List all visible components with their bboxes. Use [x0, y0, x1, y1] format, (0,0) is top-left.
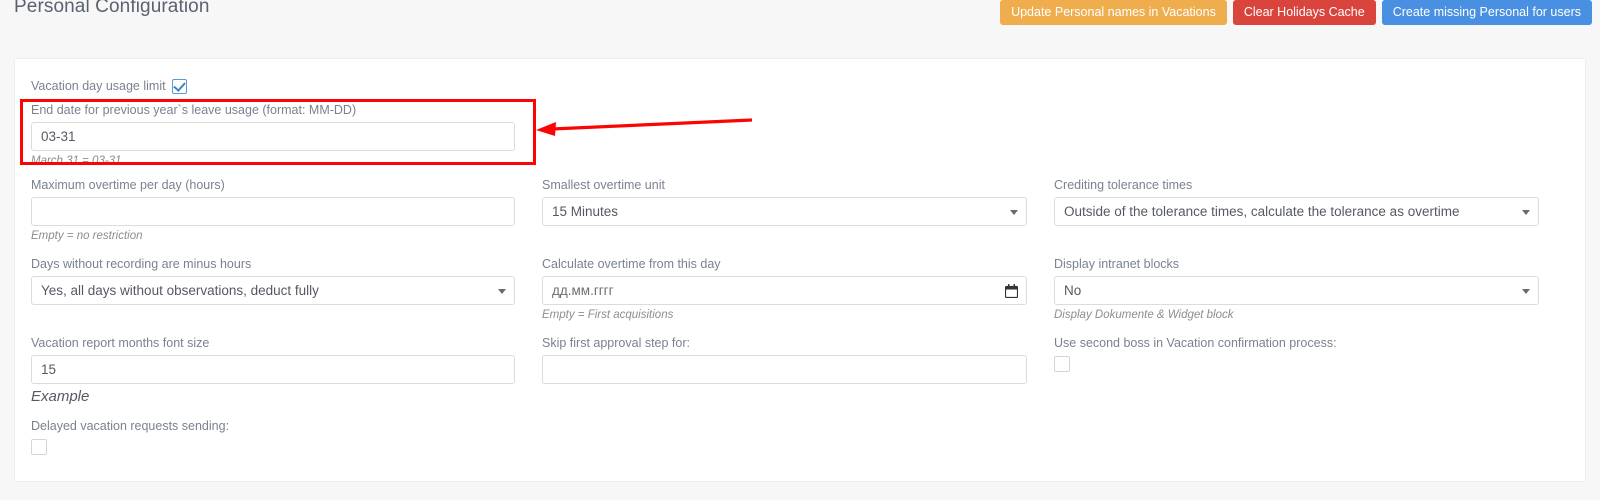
calculate-overtime-from-day-label: Calculate overtime from this day [542, 257, 721, 271]
crediting-tolerance-times-select[interactable]: Outside of the tolerance times, calculat… [1054, 197, 1539, 226]
skip-first-approval-step-label: Skip first approval step for: [542, 336, 690, 350]
update-personal-names-button[interactable]: Update Personal names in Vacations [1000, 0, 1227, 25]
max-overtime-per-day-field: Maximum overtime per day (hours) Empty =… [31, 178, 515, 243]
delayed-vacation-requests-label: Delayed vacation requests sending: [31, 419, 230, 433]
header-action-buttons: Update Personal names in Vacations Clear… [1000, 0, 1592, 25]
end-date-previous-year-field: End date for previous year`s leave usage… [31, 103, 515, 168]
end-date-previous-year-label: End date for previous year`s leave usage… [31, 103, 357, 117]
create-missing-personal-button[interactable]: Create missing Personal for users [1381, 0, 1592, 25]
smallest-overtime-unit-label: Smallest overtime unit [542, 178, 665, 192]
display-intranet-blocks-label: Display intranet blocks [1054, 257, 1180, 271]
days-without-recording-field: Days without recording are minus hours Y… [31, 257, 515, 305]
display-intranet-blocks-hint: Display Dokumente & Widget block [1054, 309, 1234, 321]
crediting-tolerance-times-field: Crediting tolerance times Outside of the… [1054, 178, 1539, 226]
chevron-down-icon [498, 288, 506, 294]
display-intranet-blocks-select[interactable]: No [1054, 276, 1539, 305]
calculate-overtime-from-day-input[interactable]: дд.мм.гггг [542, 276, 1027, 305]
vacation-day-usage-limit-field: Vacation day usage limit [31, 79, 187, 94]
vacation-report-font-size-label: Vacation report months font size [31, 336, 210, 350]
clear-holidays-cache-button[interactable]: Clear Holidays Cache [1232, 0, 1376, 25]
chevron-down-icon [1010, 209, 1018, 215]
personal-configuration-page: Personal Configuration Update Personal n… [0, 0, 1600, 500]
calendar-icon[interactable] [1004, 283, 1019, 301]
calculate-overtime-from-day-field: Calculate overtime from this day дд.мм.г… [542, 257, 1027, 322]
use-second-boss-checkbox[interactable] [1054, 355, 1070, 372]
delayed-vacation-requests-checkbox[interactable] [31, 438, 47, 455]
display-intranet-blocks-field: Display intranet blocks No Display Dokum… [1054, 257, 1539, 322]
max-overtime-per-day-hint: Empty = no restriction [31, 230, 143, 242]
max-overtime-per-day-label: Maximum overtime per day (hours) [31, 178, 225, 192]
vacation-day-usage-limit-label: Vacation day usage limit [31, 79, 166, 93]
smallest-overtime-unit-field: Smallest overtime unit 15 Minutes [542, 178, 1027, 226]
delayed-vacation-requests-field: Delayed vacation requests sending: [31, 419, 515, 456]
crediting-tolerance-times-label: Crediting tolerance times [1054, 178, 1193, 192]
page-header: Personal Configuration Update Personal n… [0, 0, 1600, 44]
chevron-down-icon [1522, 288, 1530, 294]
vacation-report-font-size-example: Example [31, 388, 90, 405]
max-overtime-per-day-input[interactable] [31, 197, 515, 226]
days-without-recording-select[interactable]: Yes, all days without observations, dedu… [31, 276, 515, 305]
days-without-recording-label: Days without recording are minus hours [31, 257, 252, 271]
configuration-card: Vacation day usage limit End date for pr… [14, 58, 1586, 482]
use-second-boss-label: Use second boss in Vacation confirmation… [1054, 336, 1337, 350]
vacation-report-font-size-field: Vacation report months font size 15 Exam… [31, 336, 515, 406]
end-date-previous-year-input[interactable]: 03-31 [31, 122, 515, 151]
vacation-day-usage-limit-checkbox[interactable] [171, 79, 187, 94]
chevron-down-icon [1522, 209, 1530, 215]
skip-first-approval-step-input[interactable] [542, 355, 1027, 384]
calculate-overtime-from-day-hint: Empty = First acquisitions [542, 309, 674, 321]
vacation-report-font-size-input[interactable]: 15 [31, 355, 515, 384]
page-title: Personal Configuration [14, 0, 210, 17]
end-date-previous-year-hint: March 31 = 03-31 [31, 155, 122, 167]
skip-first-approval-step-field: Skip first approval step for: [542, 336, 1027, 384]
use-second-boss-field: Use second boss in Vacation confirmation… [1054, 336, 1539, 373]
smallest-overtime-unit-select[interactable]: 15 Minutes [542, 197, 1027, 226]
